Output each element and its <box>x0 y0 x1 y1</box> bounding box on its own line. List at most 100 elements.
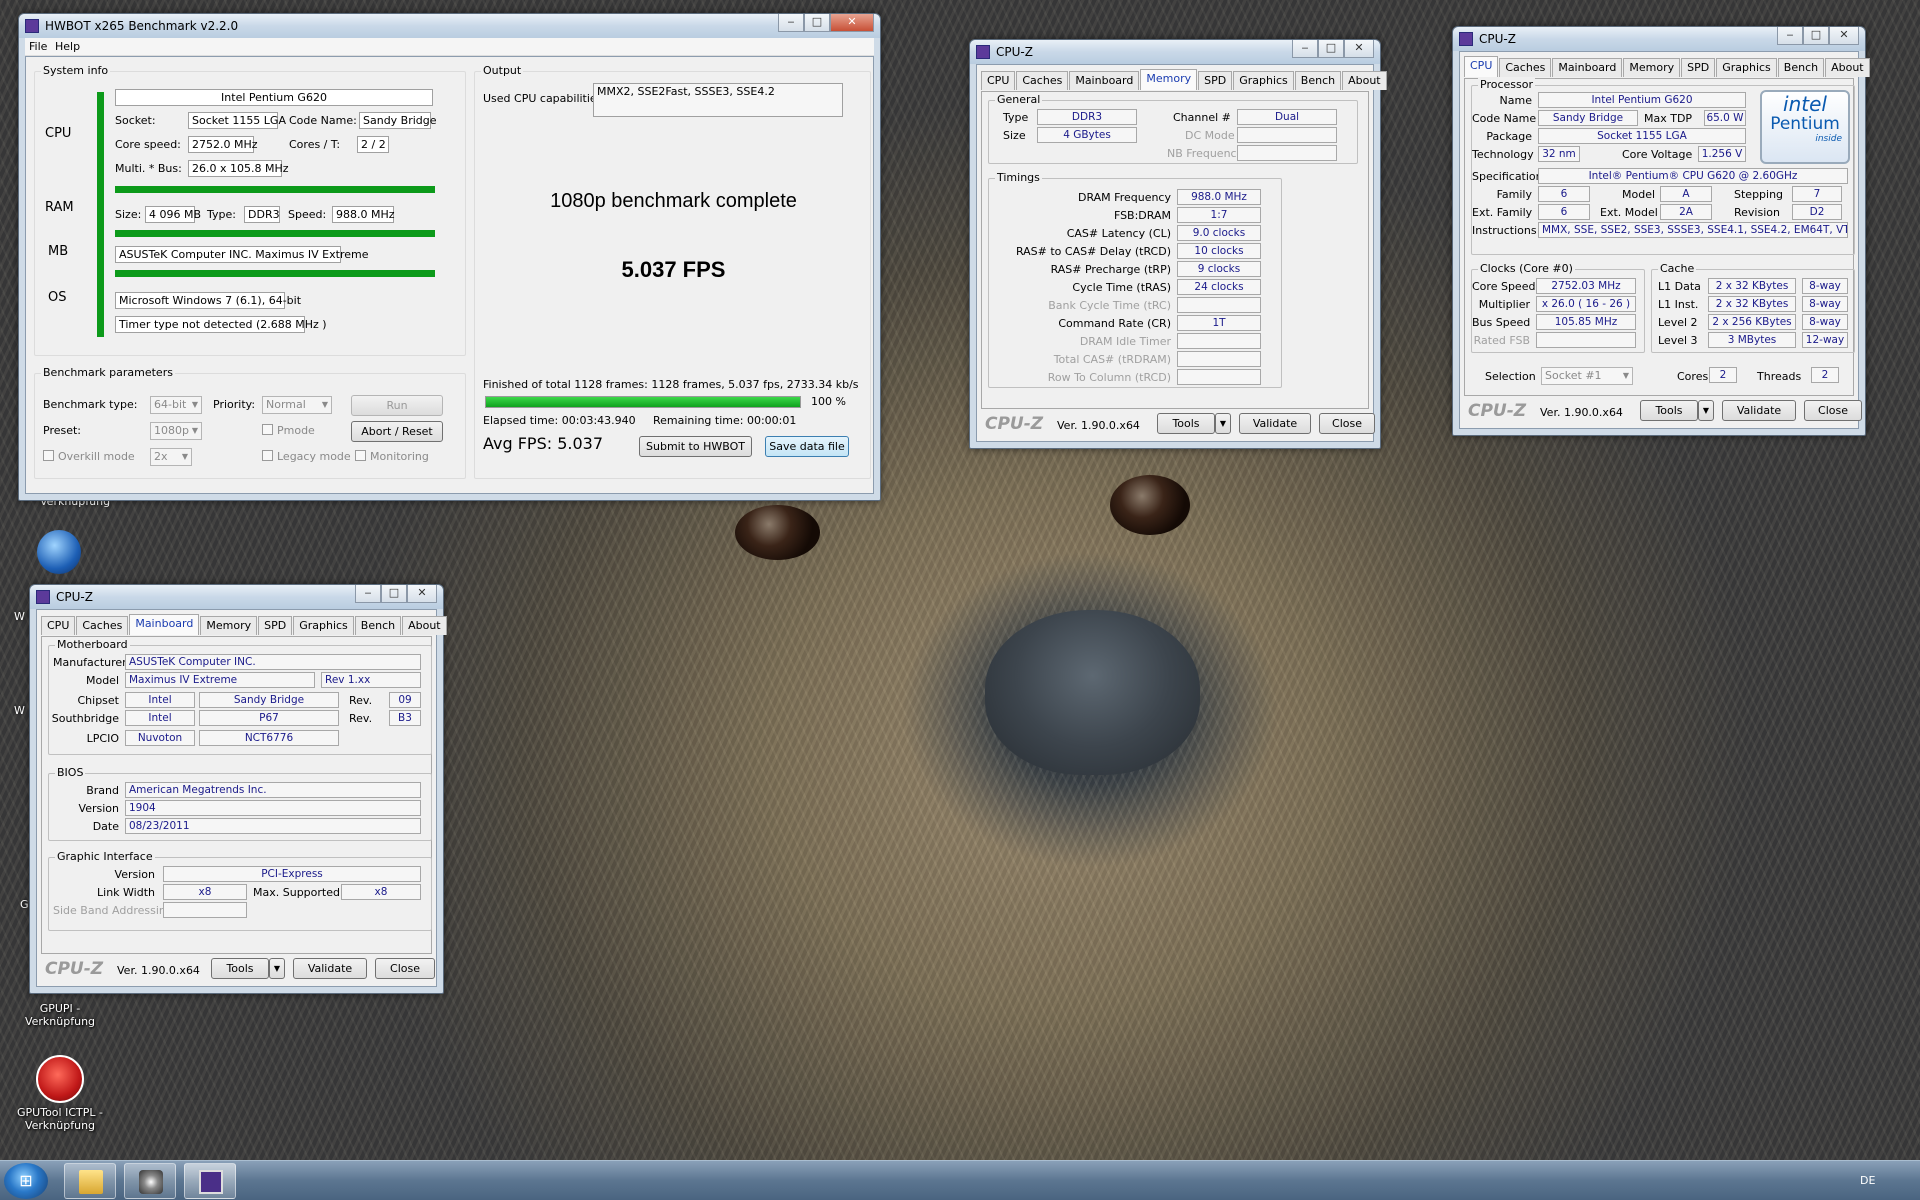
tab-about[interactable]: About <box>402 616 447 635</box>
priority-select[interactable]: Normal ▼ <box>262 396 332 414</box>
legacy-checkbox[interactable]: Legacy mode <box>262 450 351 463</box>
close-button[interactable]: ✕ <box>830 14 874 32</box>
tab-memory[interactable]: Memory <box>200 616 258 635</box>
timing-label: Total CAS# (tRDRAM) <box>1053 353 1171 366</box>
tab-caches[interactable]: Caches <box>76 616 129 635</box>
link-width-label: Link Width <box>97 886 155 899</box>
bench-type-select[interactable]: 64-bit ▼ <box>150 396 202 414</box>
multiplier-value: x 26.0 ( 16 - 26 ) <box>1536 296 1636 312</box>
timing-label: FSB:DRAM <box>1113 209 1171 222</box>
close-button[interactable]: ✕ <box>1829 27 1859 45</box>
pmode-checkbox[interactable]: Pmode <box>262 424 315 437</box>
validate-button[interactable]: Validate <box>1239 413 1311 434</box>
tools-dropdown-button[interactable]: ▼ <box>1698 400 1714 421</box>
tools-button[interactable]: Tools <box>1157 413 1215 434</box>
taskbar-explorer[interactable] <box>64 1163 116 1199</box>
tab-graphics[interactable]: Graphics <box>1716 58 1777 77</box>
tab-bench[interactable]: Bench <box>354 616 402 635</box>
close-button-cpuz[interactable]: Close <box>375 958 435 979</box>
link-width-value: x8 <box>163 884 247 900</box>
motherboard-field: ASUSTeK Computer INC. Maximus IV Extreme <box>115 246 368 263</box>
monitoring-checkbox[interactable]: Monitoring <box>355 450 429 463</box>
desktop-icon-gpupi[interactable]: GPUPI - Verknüpfung <box>14 1002 106 1028</box>
socket-select[interactable]: Socket #1 ▼ <box>1541 367 1633 385</box>
tab-spd[interactable]: SPD <box>258 616 293 635</box>
os-section-label: OS <box>48 290 67 305</box>
cpuz-titlebar[interactable]: CPU-Z ‒ □ ✕ <box>1453 27 1865 51</box>
tab-spd[interactable]: SPD <box>1681 58 1716 77</box>
tab-cpu[interactable]: CPU <box>981 71 1016 90</box>
maximize-button[interactable]: □ <box>381 585 407 603</box>
taskbar-hwbot[interactable] <box>124 1163 176 1199</box>
close-button[interactable]: ✕ <box>1344 40 1374 58</box>
desktop-icon-label-fragment: W <box>14 610 25 623</box>
tab-about[interactable]: About <box>1825 58 1870 77</box>
validate-button[interactable]: Validate <box>293 958 367 979</box>
bios-version-value: 1904 <box>125 800 421 816</box>
timer-field: Timer type not detected (2.688 MHz ) <box>115 316 327 333</box>
submit-hwbot-button[interactable]: Submit to HWBOT <box>639 436 752 457</box>
close-button[interactable]: ✕ <box>407 585 437 603</box>
run-button[interactable]: Run <box>351 395 443 416</box>
window-title: CPU-Z <box>1479 32 1516 46</box>
tab-memory[interactable]: Memory <box>1623 58 1681 77</box>
ram-section-label: RAM <box>45 200 74 215</box>
preset-select[interactable]: 1080p ▼ <box>150 422 202 440</box>
minimize-button[interactable]: ‒ <box>1777 27 1803 45</box>
desktop-icon-globe[interactable] <box>14 530 104 577</box>
tab-memory[interactable]: Memory <box>1140 69 1198 90</box>
close-button-cpuz[interactable]: Close <box>1804 400 1862 421</box>
group-title: Output <box>481 64 524 77</box>
hwbot-app-icon <box>25 19 39 33</box>
maximize-button[interactable]: □ <box>1803 27 1829 45</box>
start-button[interactable]: ⊞ <box>4 1163 48 1199</box>
tab-bench[interactable]: Bench <box>1777 58 1825 77</box>
taskbar-cpuz[interactable] <box>184 1163 236 1199</box>
abort-reset-button[interactable]: Abort / Reset <box>351 421 443 442</box>
select-value: 1080p <box>154 424 189 437</box>
socket-label: Socket: <box>115 114 156 127</box>
tab-about[interactable]: About <box>1342 71 1387 90</box>
desktop-icon-gputool[interactable]: GPUTool ICTPL - Verknüpfung <box>14 1055 106 1132</box>
minimize-button[interactable]: ‒ <box>778 14 804 32</box>
nbfreq-label: NB Frequency <box>1167 147 1244 160</box>
menu-file[interactable]: File <box>29 40 47 53</box>
tab-graphics[interactable]: Graphics <box>1233 71 1294 90</box>
windows-logo-icon: ⊞ <box>19 1171 33 1190</box>
maximize-button[interactable]: □ <box>1318 40 1344 58</box>
tools-dropdown-button[interactable]: ▼ <box>269 958 285 979</box>
tab-spd[interactable]: SPD <box>1198 71 1233 90</box>
overkill-checkbox[interactable]: Overkill mode <box>43 450 135 463</box>
tools-button[interactable]: Tools <box>211 958 269 979</box>
tools-dropdown-button[interactable]: ▼ <box>1215 413 1231 434</box>
window-title: HWBOT x265 Benchmark v2.2.0 <box>45 19 239 33</box>
tab-mainboard[interactable]: Mainboard <box>1552 58 1623 77</box>
tab-cpu[interactable]: CPU <box>41 616 76 635</box>
tab-graphics[interactable]: Graphics <box>293 616 354 635</box>
wallpaper-dog-eye-left <box>735 505 820 560</box>
cores-value: 2 <box>1709 367 1737 383</box>
overkill-select[interactable]: 2x ▼ <box>150 448 192 466</box>
validate-button[interactable]: Validate <box>1722 400 1796 421</box>
tab-mainboard[interactable]: Mainboard <box>1069 71 1140 90</box>
minimize-button[interactable]: ‒ <box>355 585 381 603</box>
southbridge-rev: B3 <box>389 710 421 726</box>
tools-button[interactable]: Tools <box>1640 400 1698 421</box>
cpuz-titlebar[interactable]: CPU-Z ‒ □ ✕ <box>30 585 443 609</box>
save-data-button[interactable]: Save data file <box>765 436 849 457</box>
type-label: Type: <box>207 208 236 221</box>
menu-help[interactable]: Help <box>55 40 80 53</box>
tab-mainboard[interactable]: Mainboard <box>129 614 200 635</box>
tab-bench[interactable]: Bench <box>1294 71 1342 90</box>
hwbot-titlebar[interactable]: HWBOT x265 Benchmark v2.2.0 ‒ □ ✕ <box>19 14 880 38</box>
tab-caches[interactable]: Caches <box>1499 58 1552 77</box>
tab-cpu[interactable]: CPU <box>1464 56 1499 77</box>
maximize-button[interactable]: □ <box>804 14 830 32</box>
language-indicator[interactable]: DE <box>1860 1174 1875 1187</box>
max-supported-value: x8 <box>341 884 421 900</box>
close-button-cpuz[interactable]: Close <box>1319 413 1375 434</box>
cpuz-titlebar[interactable]: CPU-Z ‒ □ ✕ <box>970 40 1380 64</box>
minimize-button[interactable]: ‒ <box>1292 40 1318 58</box>
tab-caches[interactable]: Caches <box>1016 71 1069 90</box>
lpcio-label: LPCIO <box>86 732 119 745</box>
